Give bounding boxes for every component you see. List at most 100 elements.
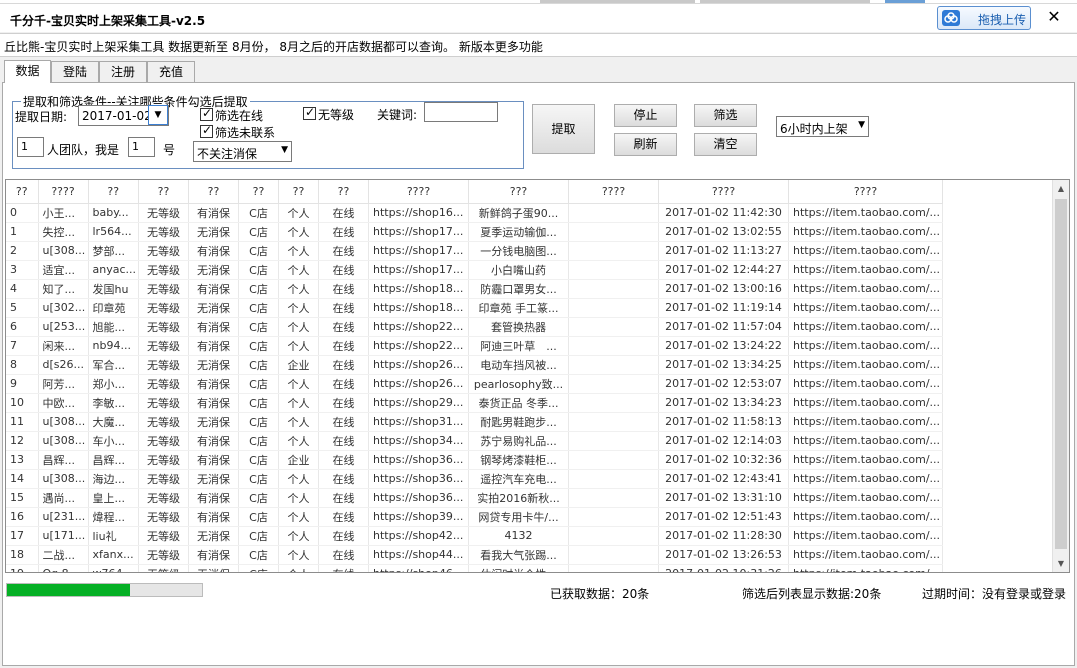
table-cell: https://shop17... (368, 241, 470, 261)
guarantee-select[interactable]: 不关注消保 ▼ (193, 141, 292, 162)
table-cell: 郑小... (88, 374, 140, 394)
fetched-count: 已获取数据：20条 (550, 587, 650, 601)
table-cell: https://shop22... (368, 336, 470, 356)
column-header[interactable]: ?? (318, 180, 370, 204)
table-cell: u[308... (38, 412, 89, 432)
table-cell: 在线 (318, 412, 370, 432)
data-panel: 提取和筛选条件--关注哪些条件勾选后提取 提取日期: 2017-01-02 ▼ … (2, 82, 1075, 666)
table-cell: https://item.taobao.com/... (788, 222, 944, 242)
table-row[interactable]: 9 阿芳... 郑小... 无等级 有消保 C店 个人 在线 https://shop26...… (6, 374, 944, 394)
table-cell: u[302... (38, 298, 89, 318)
table-cell: 阿迪三叶草 ... (468, 336, 570, 356)
table-cell: 看我大气张踢... (468, 545, 570, 565)
guarantee-value: 不关注消保 (197, 147, 258, 161)
clear-button[interactable]: 清空 (694, 133, 757, 156)
table-cell: C店 (238, 564, 280, 572)
table-row[interactable]: 16 u[231... 煒程... 无等级 有消保 C店 个人 在线 https://shop3… (6, 507, 944, 527)
table-row[interactable]: 15 遇尚... 皇上... 无等级 有消保 C店 个人 在线 https://shop36..… (6, 488, 944, 508)
results-grid[interactable]: ????????????????????????????????????? 0小… (5, 179, 1070, 573)
table-cell: 阿芳... (38, 374, 89, 394)
table-cell: 2017-01-02 13:34:25 (658, 355, 790, 375)
table-row[interactable]: 11 u[308... 大魔... 无等级 无消保 C店 个人 在线 https://shop3… (6, 412, 944, 432)
close-icon[interactable]: ✕ (1043, 6, 1065, 28)
column-header[interactable]: ??? (468, 180, 570, 204)
table-row[interactable]: 3 适宜... anyac... 无等级 无消保 C店 个人 在线 https://shop17… (6, 260, 944, 280)
my-number-input[interactable]: 1 (128, 137, 155, 157)
tab-login[interactable]: 登陆 (51, 61, 99, 83)
column-header[interactable]: ?? (188, 180, 240, 204)
table-cell: https://item.taobao.com/... (788, 469, 944, 489)
table-row[interactable]: 12 u[308... 车小... 无等级 有消保 C店 个人 在线 https://shop3… (6, 431, 944, 451)
table-cell: C店 (238, 374, 280, 394)
table-cell: 网贷专用卡牛/... (468, 507, 570, 527)
no-level-checkbox[interactable] (303, 105, 316, 120)
table-cell: https://item.taobao.com/... (788, 412, 944, 432)
table-cell: https://shop36... (368, 469, 470, 489)
table-cell: 个人 (278, 203, 320, 223)
column-header[interactable]: ?? (88, 180, 140, 204)
table-cell: 企业 (278, 450, 320, 470)
upload-button[interactable]: 拖拽上传 (937, 6, 1031, 30)
table-cell: 发国hu (88, 279, 140, 299)
table-row[interactable]: 8 d[s26... 军合... 无等级 无消保 C店 企业 在线 https://shop26… (6, 355, 944, 375)
table-row[interactable]: 0 小王... baby... 无等级 有消保 C店 个人 在线 https://shop16.… (6, 203, 944, 223)
table-cell: 煒程... (88, 507, 140, 527)
table-row[interactable]: 14 u[308... 海边... 无等级 无消保 C店 个人 在线 https://shop3… (6, 469, 944, 489)
filter-online-checkbox[interactable] (200, 106, 213, 121)
calendar-dropdown-icon[interactable]: ▼ (148, 105, 168, 125)
info-bar: 丘比熊-宝贝实时上架采集工具 数据更新至 8月份， 8月之后的开店数据都可以查询… (0, 33, 1077, 57)
table-row[interactable]: 19Qq 8...w764...无等级无消保C店个人在线https://shop… (6, 564, 944, 572)
keyword-input[interactable] (424, 102, 498, 122)
table-cell: 个人 (278, 469, 320, 489)
table-cell: C店 (238, 203, 280, 223)
tab-register[interactable]: 注册 (99, 61, 147, 83)
team-count-input[interactable]: 1 (17, 137, 44, 157)
table-cell: C店 (238, 431, 280, 451)
column-header[interactable]: ???? (658, 180, 790, 204)
table-cell: 无等级 (138, 526, 190, 546)
table-cell: https://shop46... (368, 564, 470, 572)
table-row[interactable]: 5 u[302... 印章苑 无等级 无消保 C店 个人 在线 https://shop18..… (6, 298, 944, 318)
table-row[interactable]: 7 闲来... nb94... 无等级 有消保 C店 个人 在线 https://shop22.… (6, 336, 944, 356)
refresh-button[interactable]: 刷新 (614, 133, 677, 156)
vertical-scrollbar[interactable]: ▲ ▼ (1052, 180, 1069, 572)
table-cell: 李敏... (88, 393, 140, 413)
table-cell: 2017-01-02 11:58:13 (658, 412, 790, 432)
hours-select[interactable]: 6小时内上架 ▼ (776, 116, 869, 137)
filter-unlinked-checkbox[interactable] (200, 123, 213, 138)
table-cell: C店 (238, 317, 280, 337)
column-header[interactable]: ?? (238, 180, 280, 204)
scroll-thumb[interactable] (1055, 199, 1067, 549)
table-row[interactable]: 17 u[171... liu礼 无等级 无消保 C店 个人 在线 https://shop42… (6, 526, 944, 546)
table-row[interactable]: 2 u[308... 梦部... 无等级 有消保 C店 个人 在线 https://shop17… (6, 241, 944, 261)
scroll-down-icon[interactable]: ▼ (1053, 555, 1069, 572)
table-cell: https://shop31... (368, 412, 470, 432)
table-cell: 失控... (38, 222, 89, 242)
table-cell: 在线 (318, 336, 370, 356)
column-header[interactable]: ?? (278, 180, 320, 204)
stop-button[interactable]: 停止 (614, 104, 677, 127)
table-cell: 在线 (318, 374, 370, 394)
table-cell: 2017-01-02 11:42:30 (658, 203, 790, 223)
table-row[interactable]: 1 失控... lr564... 无等级 无消保 C店 个人 在线 https://shop17… (6, 222, 944, 242)
table-row[interactable]: 13 昌辉... 昌辉... 无等级 有消保 C店 企业 在线 https://shop36..… (6, 450, 944, 470)
column-header[interactable]: ???? (368, 180, 470, 204)
table-row[interactable]: 4 知了... 发国hu 无等级 有消保 C店 个人 在线 https://shop18... 防… (6, 279, 944, 299)
table-cell: pearlosophy致... (468, 374, 570, 394)
table-cell: 15 (6, 488, 39, 508)
extract-button[interactable]: 提取 (532, 104, 595, 154)
column-header[interactable]: ???? (788, 180, 944, 204)
column-header[interactable]: ?? (138, 180, 190, 204)
scroll-up-icon[interactable]: ▲ (1053, 180, 1069, 197)
table-cell: 10 (6, 393, 39, 413)
tab-recharge[interactable]: 充值 (147, 61, 195, 83)
filter-button[interactable]: 筛选 (694, 104, 757, 127)
table-row[interactable]: 6 u[253... 旭能... 无等级 有消保 C店 个人 在线 https://shop22… (6, 317, 944, 337)
column-header[interactable]: ???? (38, 180, 89, 204)
tab-data[interactable]: 数据 (4, 60, 51, 83)
table-row[interactable]: 10 中欧... 李敏... 无等级 有消保 C店 个人 在线 https://shop29..… (6, 393, 944, 413)
table-row[interactable]: 18 二战... xfanx... 无等级 有消保 C店 个人 在线 https://shop4… (6, 545, 944, 565)
column-header[interactable]: ?? (6, 180, 39, 204)
column-header[interactable]: ???? (568, 180, 660, 204)
results-table: ????????????????????????????????????? 0小… (6, 180, 944, 572)
